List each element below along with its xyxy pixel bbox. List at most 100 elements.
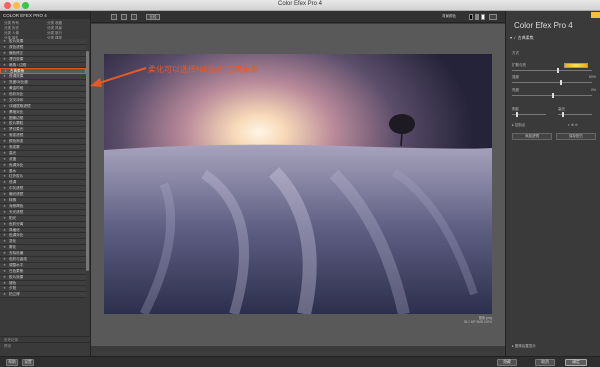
- nik-logo-icon: [591, 12, 600, 18]
- filter-item-label: 高光: [9, 150, 17, 155]
- panel-header-label: COLOR EFEX PRO 4: [3, 13, 47, 18]
- preview-image[interactable]: [104, 54, 492, 314]
- filter-item-label: 交叉冲印: [9, 97, 24, 102]
- highlights-slider[interactable]: [558, 112, 592, 117]
- filter-item-label: 去除色偏: [9, 251, 24, 256]
- filter-item-label: 低调: [9, 180, 17, 185]
- filter-item-label: 天光滤镜: [9, 209, 24, 214]
- strength-slider[interactable]: [512, 80, 592, 85]
- single-view-button[interactable]: [111, 14, 117, 20]
- settings-button[interactable]: 设置: [22, 359, 34, 366]
- strength-value: 60%: [588, 75, 596, 79]
- filter-item-label: 图像边框: [9, 115, 24, 120]
- filter-item-label: 墨水: [9, 168, 17, 173]
- annotation-arrow-icon: [90, 67, 147, 87]
- favorite-star-icon[interactable]: ★: [3, 292, 6, 298]
- diffusion-slider[interactable]: [512, 68, 592, 73]
- left-footer: 历史记录 预设: [0, 336, 91, 356]
- image-info-line-2: 38.1 MP 3MB 100%: [463, 320, 492, 324]
- help-button[interactable]: 帮助: [6, 359, 18, 366]
- brand-name: Color Efex Pro: [514, 21, 567, 30]
- filter-item-label: 中灰滤镜: [9, 186, 24, 191]
- filter-item-label: 变化: [9, 239, 17, 244]
- save-recipe-button[interactable]: 保存配方: [556, 133, 596, 140]
- filter-item-label: 双色滤镜: [9, 44, 24, 49]
- control-point-tools[interactable]: ◐ ⊕ ⊖: [568, 123, 598, 127]
- filter-item-label: 红外胶片: [9, 174, 24, 179]
- filter-item-label: 胶片效果: [9, 39, 24, 43]
- filter-item-label: 调整水平: [9, 262, 24, 267]
- brightness-slider[interactable]: [512, 93, 592, 98]
- app-window: Color Efex Pro 4 COLOR EFEX PRO 4 分类 所有 …: [0, 0, 600, 367]
- view-toolbar: 比较 背景颜色: [91, 11, 505, 23]
- filter-item-label: 深棕褐色: [9, 203, 24, 208]
- filter-item-label: 特殊: [9, 198, 17, 203]
- bg-white-swatch[interactable]: [481, 14, 485, 20]
- filter-item-label: 颜色渐变: [9, 139, 24, 144]
- filter-item-label: 黑暗对比: [9, 109, 24, 114]
- filter-item-label: 色彩对比: [9, 92, 24, 97]
- filter-item-label: 暗角 / 边框: [9, 62, 27, 67]
- annotation-text: 柔化可以选择Nik插件-古典柔焦: [148, 65, 259, 74]
- filter-item-label: 白色柔焦: [9, 268, 24, 273]
- filter-item-label: 漂白效果: [9, 56, 24, 61]
- filter-item-label: 梦幻柔光: [9, 127, 24, 132]
- filter-item-label: 色调对比: [9, 162, 24, 167]
- filter-item-label: 拍立得: [9, 292, 20, 297]
- background-color-label: 背景颜色: [442, 14, 456, 18]
- filter-item-label: 褪色: [9, 280, 17, 285]
- filter-item-label: 浓度: [9, 156, 17, 161]
- filter-item-label: 详细提取滤镜: [9, 103, 31, 108]
- settings-panel: Color Efex Pro 4 ▾ ✓ 古典柔焦 方式 扩散与亮 强度 60%…: [505, 11, 600, 356]
- image-info: 图像 jpeg 38.1 MP 3MB 100%: [426, 316, 492, 324]
- filter-item-label: 偏色修正: [9, 50, 24, 55]
- filter-item-label: 雾化: [9, 245, 17, 250]
- expand-chevron-icon[interactable]: ▾ ✓: [510, 35, 518, 40]
- bg-black-swatch[interactable]: [469, 14, 473, 20]
- filter-item-label: 色彩分离: [9, 221, 24, 226]
- filter-item-label: 渐变雾: [9, 145, 20, 150]
- filter-panel: COLOR EFEX PRO 4 分类 所有 分类 收藏 分类 历史 分类 风景…: [0, 11, 91, 356]
- method-label: 方式: [512, 51, 519, 55]
- compare-button[interactable]: 比较: [146, 14, 160, 20]
- split-view-button[interactable]: [121, 14, 127, 20]
- filter-item-label: 亮度/对比度: [9, 80, 28, 85]
- title-bar: Color Efex Pro 4: [0, 0, 600, 11]
- filter-item-label: 渐变滤镜: [9, 133, 24, 138]
- filter-item-label: 偏光滤镜: [9, 192, 24, 197]
- filter-item-label: 低调效果: [9, 74, 24, 79]
- hide-button[interactable]: 隐藏: [497, 359, 517, 366]
- cancel-button[interactable]: 取消: [535, 359, 555, 366]
- panel-header: COLOR EFEX PRO 4: [0, 11, 90, 19]
- image-display-label: 图像后置显示: [514, 344, 536, 348]
- filter-item-label: 阳光: [9, 215, 17, 220]
- diffusion-label: 扩散与亮: [512, 63, 526, 67]
- image-display-toggle[interactable]: ▸ 图像后置显示: [512, 344, 598, 349]
- filter-list: ★ 胶片效果 ★ 双色滤镜 ★ 偏色修正 ★ 漂白效果 ★ 暗角 / 边框 ★ 古典柔焦 ★ 低调效果 ★ 亮…: [0, 39, 86, 349]
- window-title: Color Efex Pro 4: [277, 1, 323, 7]
- ok-button[interactable]: 确定: [565, 359, 587, 366]
- filter-item-label: 胶片颗粒: [9, 121, 24, 126]
- bottom-bar: 帮助 设置 隐藏 取消 确定: [0, 356, 600, 367]
- filter-item-label: 古典柔焦: [10, 69, 25, 74]
- filter-item-label: 夕阳: [9, 286, 17, 291]
- filter-settings-title[interactable]: ▾ ✓ 古典柔焦: [510, 35, 598, 41]
- category-presets: 分类 所有 分类 收藏 分类 历史 分类 风景 分类 人像 分类 旅行 分类 婚…: [0, 19, 91, 40]
- filter-item-label: 色阶与曲线: [9, 256, 27, 261]
- landscape-photo: [104, 54, 492, 314]
- filter-item[interactable]: ★ 拍立得: [0, 292, 86, 299]
- filter-item-label: 黄金时段: [9, 86, 24, 91]
- brand-version: 4: [568, 21, 573, 30]
- shadows-slider[interactable]: [512, 112, 546, 117]
- brand-title: Color Efex Pro 4: [514, 21, 573, 30]
- add-filter-button[interactable]: 添加滤镜: [512, 133, 552, 140]
- control-points-text: 控制点: [514, 123, 526, 127]
- bg-gray-swatch[interactable]: [475, 14, 479, 20]
- filter-item-label: 色调对比: [9, 233, 24, 238]
- filter-item-label: 风格化: [9, 227, 20, 232]
- zoom-button[interactable]: [489, 14, 497, 20]
- side-by-side-button[interactable]: [131, 14, 137, 20]
- brightness-value: 0%: [590, 88, 596, 92]
- filter-settings-label: 古典柔焦: [517, 35, 534, 40]
- filter-item-label: 胶片效果: [9, 274, 24, 279]
